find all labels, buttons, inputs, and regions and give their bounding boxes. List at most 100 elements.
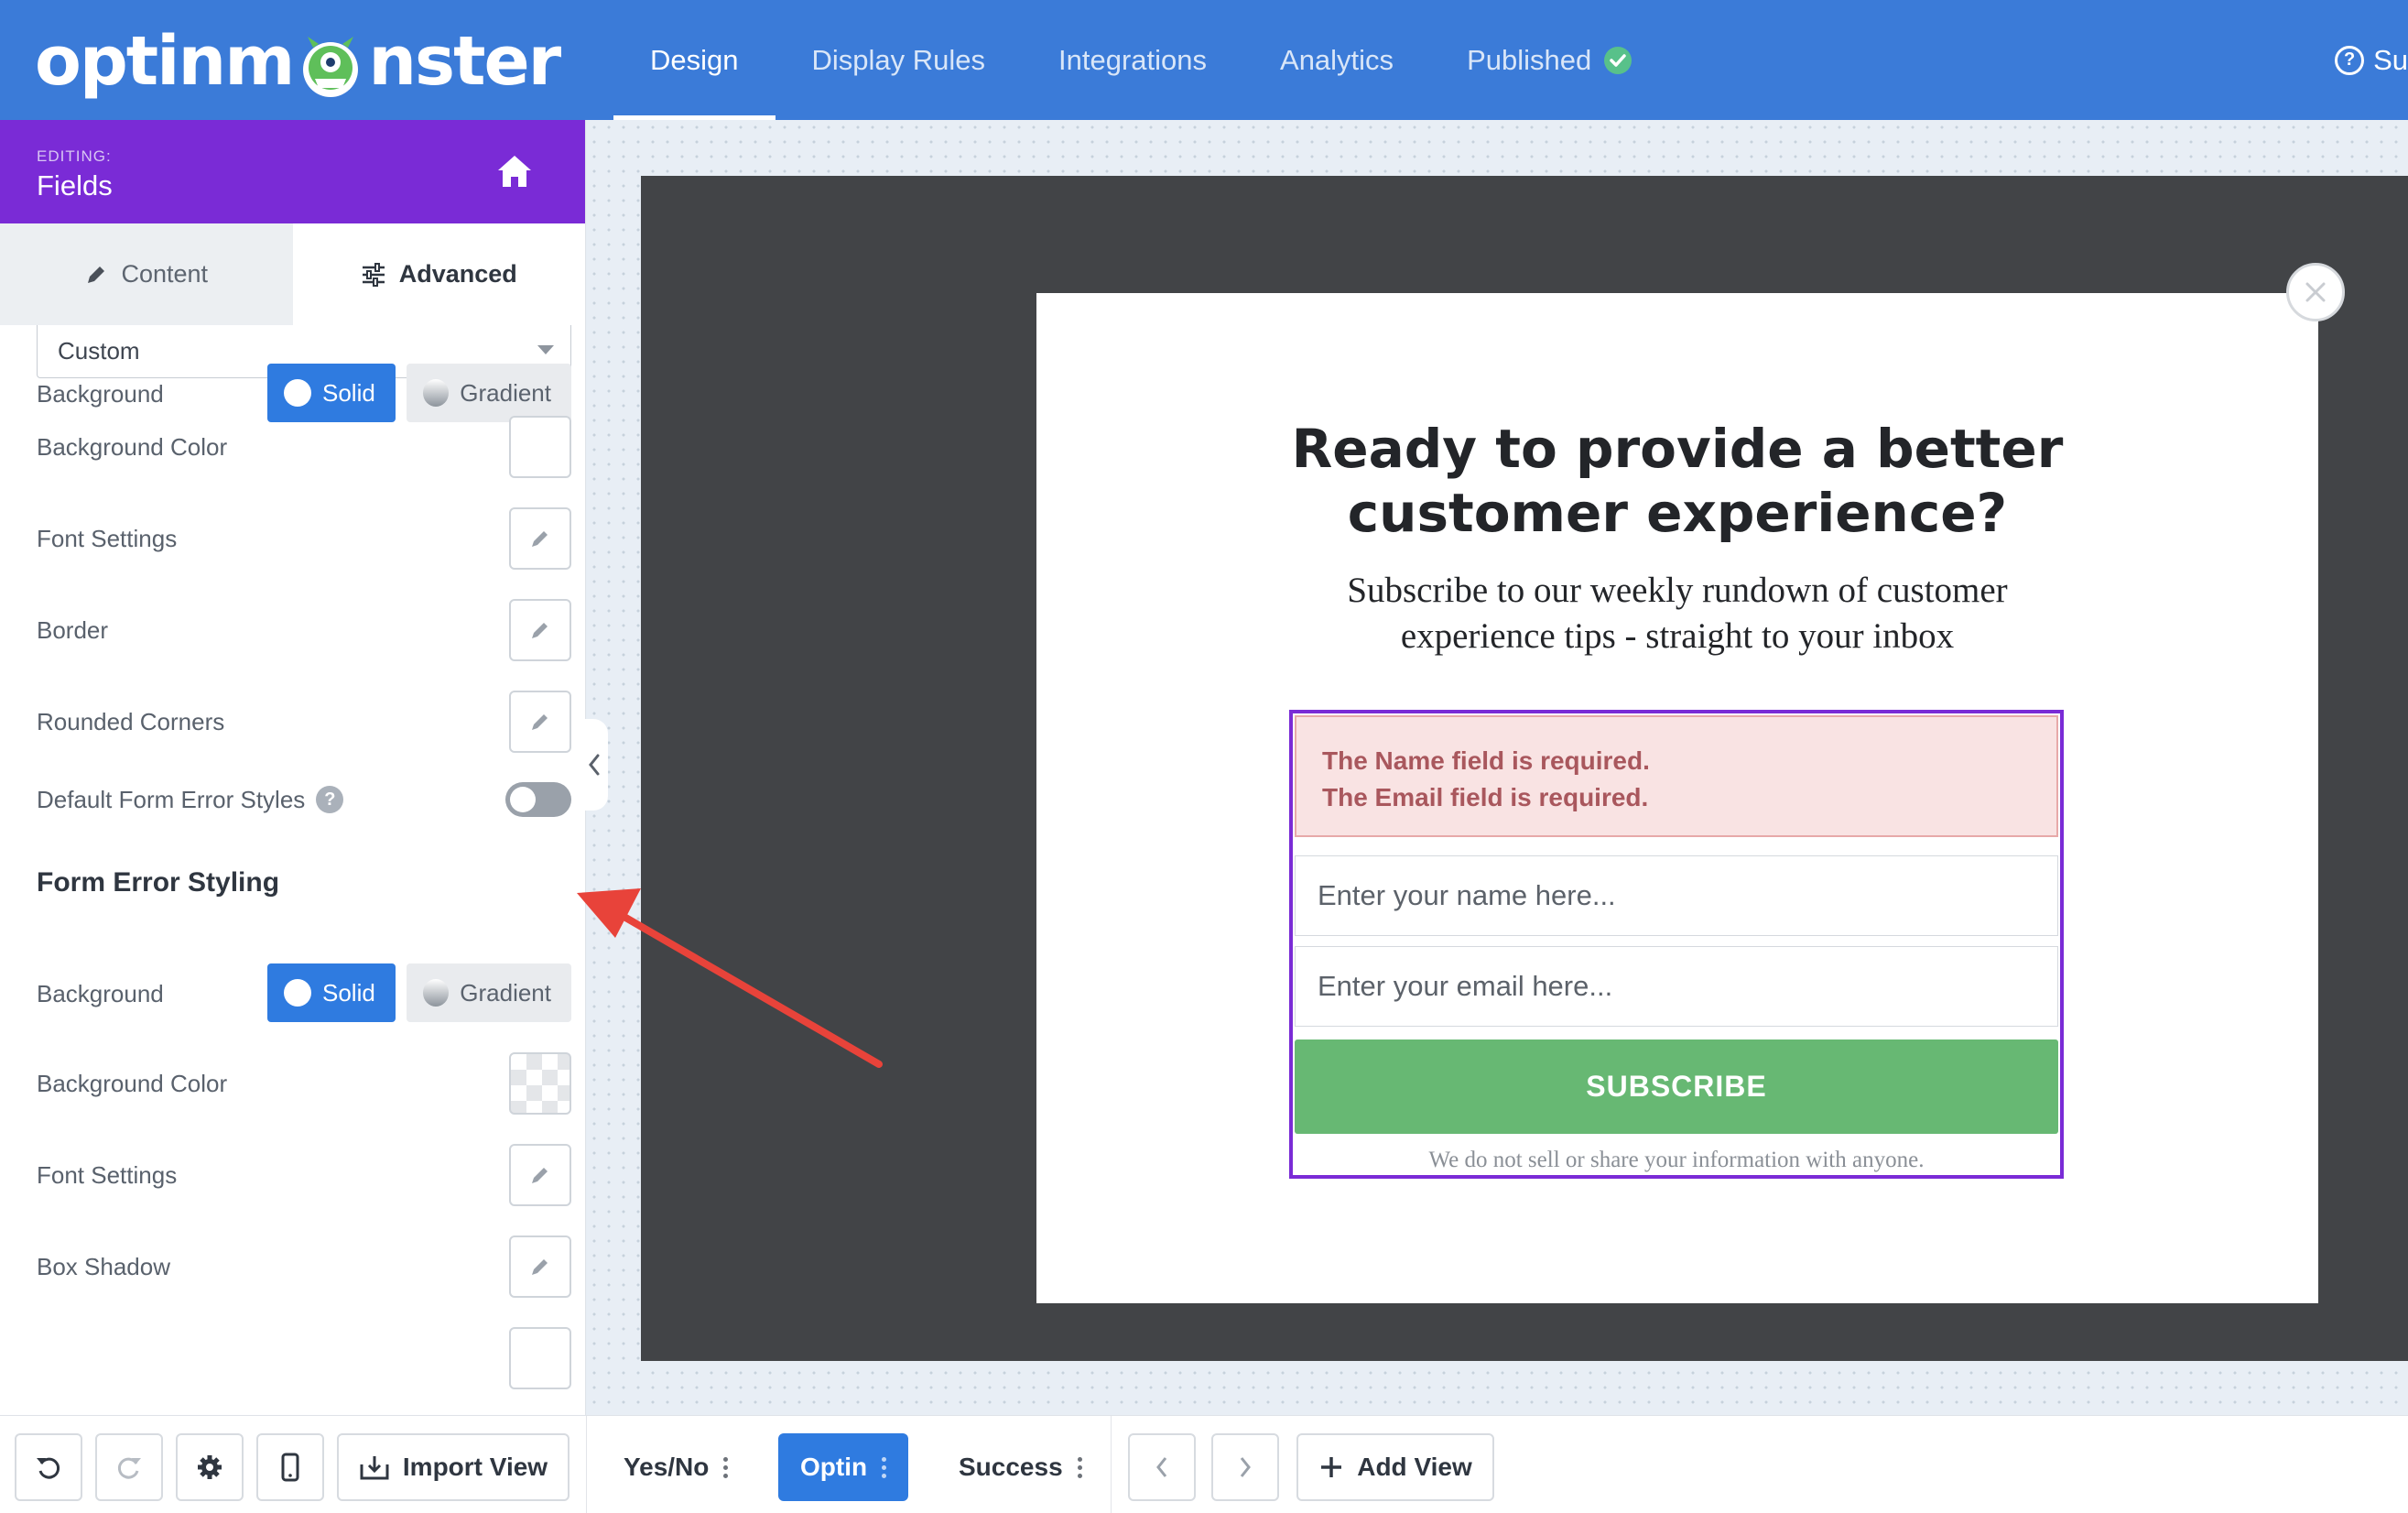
background-solid-button[interactable]: Solid	[267, 364, 396, 422]
mobile-icon	[281, 1453, 299, 1482]
border-row: Border	[37, 599, 571, 661]
optinmonster-logo[interactable]: optinm nster	[35, 20, 561, 103]
error-background-type-row: Background Solid Gradient	[37, 963, 571, 1024]
main-nav: Design Display Rules Integrations Analyt…	[613, 0, 1668, 120]
background-label: Background	[37, 379, 164, 408]
background-color-swatch[interactable]	[509, 416, 571, 478]
nav-analytics[interactable]: Analytics	[1243, 0, 1430, 120]
error-background-label: Background	[37, 979, 164, 1007]
background-color-label: Background Color	[37, 432, 228, 461]
default-error-styles-toggle[interactable]	[505, 782, 571, 817]
previous-view-button[interactable]	[1128, 1433, 1196, 1501]
subscribe-button-label: SUBSCRIBE	[1586, 1070, 1767, 1103]
logo-text-left: optinm	[35, 22, 295, 101]
import-view-button[interactable]: Import View	[337, 1433, 569, 1501]
error-background-type-toggle: Solid Gradient	[267, 963, 571, 1022]
style-preset-value: Custom	[58, 337, 140, 365]
import-icon	[360, 1456, 389, 1480]
add-view-button[interactable]: Add View	[1296, 1433, 1494, 1501]
popup-close-button[interactable]	[2286, 263, 2345, 321]
default-error-styles-row: Default Form Error Styles ?	[37, 769, 571, 830]
subscribe-button[interactable]: SUBSCRIBE	[1295, 1040, 2058, 1134]
import-view-label: Import View	[402, 1453, 548, 1481]
popup-headline[interactable]: Ready to provide a better customer exper…	[1036, 417, 2318, 545]
undo-button[interactable]	[15, 1433, 82, 1501]
close-icon	[2305, 282, 2326, 302]
redo-button[interactable]	[95, 1433, 163, 1501]
add-view-label: Add View	[1357, 1453, 1472, 1481]
view-yes-no-label: Yes/No	[624, 1453, 710, 1481]
error-background-color-row: Background Color	[37, 1052, 571, 1115]
popup-subheadline[interactable]: Subscribe to our weekly rundown of custo…	[1036, 568, 2318, 659]
box-shadow-edit-button[interactable]	[509, 1235, 571, 1298]
nav-display-rules[interactable]: Display Rules	[776, 0, 1023, 120]
background-type-toggle: Solid Gradient	[267, 364, 571, 422]
more-vertical-icon[interactable]	[1077, 1456, 1082, 1478]
error-background-gradient-button[interactable]: Gradient	[407, 963, 571, 1022]
support-label: Su	[2373, 43, 2408, 76]
error-background-color-label: Background Color	[37, 1069, 228, 1097]
font-settings-label: Font Settings	[37, 524, 178, 552]
mobile-preview-button[interactable]	[256, 1433, 324, 1501]
font-settings-edit-button[interactable]	[509, 507, 571, 570]
nav-published-label: Published	[1467, 43, 1592, 76]
form-error-styling-heading: Form Error Styling	[37, 867, 280, 898]
background-gradient-button[interactable]: Gradient	[407, 364, 571, 422]
view-tab-optin[interactable]: Optin	[778, 1433, 909, 1501]
solid-icon	[284, 379, 311, 407]
email-error-text: The Email field is required.	[1322, 783, 1649, 811]
view-tab-success[interactable]: Success	[937, 1433, 1104, 1501]
tab-advanced-label: Advanced	[398, 260, 517, 288]
box-shadow-label: Box Shadow	[37, 1252, 170, 1280]
undo-icon	[37, 1457, 60, 1479]
tab-advanced[interactable]: Advanced	[292, 223, 585, 325]
solid-icon	[284, 979, 311, 1007]
nav-integrations-label: Integrations	[1058, 43, 1208, 76]
toolbar-divider	[1111, 1416, 1112, 1513]
pencil-icon	[532, 1259, 548, 1275]
privacy-note: We do not sell or share your information…	[1428, 1148, 1925, 1172]
plus-icon	[1321, 1457, 1342, 1477]
support-link[interactable]: ? Su	[2335, 0, 2408, 120]
next-setting-edit-button[interactable]	[509, 1327, 571, 1389]
nav-published[interactable]: Published	[1430, 0, 1668, 120]
nav-analytics-label: Analytics	[1280, 43, 1394, 76]
tab-content-label: Content	[121, 260, 209, 288]
redo-icon	[117, 1457, 141, 1479]
editing-header: EDITING: Fields	[0, 120, 585, 223]
more-vertical-icon[interactable]	[882, 1456, 887, 1478]
logo-text-right: nster	[368, 22, 561, 101]
rounded-corners-row: Rounded Corners	[37, 691, 571, 753]
name-input-placeholder: Enter your name here...	[1318, 879, 1616, 911]
sidebar-collapse-handle[interactable]	[580, 719, 608, 811]
settings-button[interactable]	[176, 1433, 244, 1501]
error-gradient-label: Gradient	[460, 978, 551, 1007]
help-icon[interactable]: ?	[316, 786, 344, 813]
rounded-corners-edit-button[interactable]	[509, 691, 571, 753]
error-font-settings-edit-button[interactable]	[509, 1144, 571, 1206]
nav-integrations[interactable]: Integrations	[1022, 0, 1243, 120]
subline-line-1: Subscribe to our weekly rundown of custo…	[1347, 571, 2008, 610]
name-input[interactable]: Enter your name here...	[1295, 855, 2058, 936]
home-icon[interactable]	[495, 153, 534, 190]
chevron-left-icon	[589, 754, 600, 776]
advanced-settings-panel: Custom Background Solid Gradient Backgro…	[0, 325, 586, 1415]
more-vertical-icon[interactable]	[723, 1456, 729, 1478]
tab-content[interactable]: Content	[0, 223, 293, 325]
border-edit-button[interactable]	[509, 599, 571, 661]
nav-design[interactable]: Design	[613, 0, 776, 120]
error-font-settings-row: Font Settings	[37, 1144, 571, 1206]
font-settings-row: Font Settings	[37, 507, 571, 570]
gradient-label: Gradient	[460, 378, 551, 407]
error-background-color-swatch[interactable]	[509, 1052, 571, 1115]
error-font-settings-label: Font Settings	[37, 1160, 178, 1189]
nav-display-rules-label: Display Rules	[811, 43, 986, 76]
view-tab-yes-no[interactable]: Yes/No	[602, 1433, 750, 1501]
error-background-solid-button[interactable]: Solid	[267, 963, 396, 1022]
next-view-button[interactable]	[1211, 1433, 1279, 1501]
pencil-icon	[532, 714, 548, 730]
pencil-icon	[88, 266, 105, 283]
headline-line-2: customer experience?	[1347, 482, 2008, 544]
email-input[interactable]: Enter your email here...	[1295, 946, 2058, 1027]
name-error-text: The Name field is required.	[1322, 746, 1650, 775]
